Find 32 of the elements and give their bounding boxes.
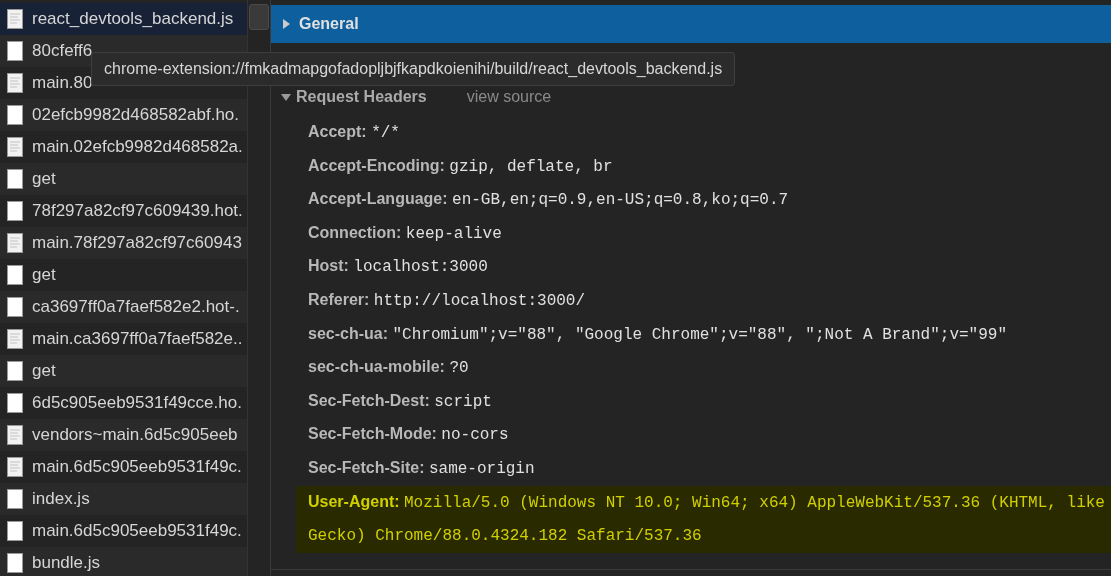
request-name: react_devtools_backend.js xyxy=(32,9,234,29)
header-entry: Accept-Language: en-GB,en;q=0.9,en-US;q=0.8,ko;q=0.7 xyxy=(308,189,790,212)
request-name: get xyxy=(32,361,56,381)
request-name: 80cfeff6 xyxy=(32,41,93,61)
request-name: main.6d5c905eeb9531f49c. xyxy=(32,521,242,541)
header-entry: Connection: keep-alive xyxy=(308,222,503,245)
section-title: General xyxy=(299,15,359,33)
request-name: main.02efcb9982d468582a. xyxy=(32,137,243,157)
request-name: index.js xyxy=(32,489,90,509)
header-entry: Host: localhost:3000 xyxy=(308,256,489,279)
request-name: 78f297a82cf97c609439.hot. xyxy=(32,201,243,221)
request-name: bundle.js xyxy=(32,553,101,573)
request-name: get xyxy=(32,169,56,189)
request-name: main.80 xyxy=(32,73,93,93)
header-entry: Referer: http://localhost:3000/ xyxy=(308,289,587,312)
request-name: main.6d5c905eeb9531f49c. xyxy=(32,457,242,477)
request-name: vendors~main.6d5c905eeb xyxy=(32,425,238,445)
request-name: 6d5c905eeb9531f49cce.ho. xyxy=(32,393,242,413)
header-entry: sec-ch-ua: "Chromium";v="88", "Google Chrome";v="88", ";Not A Brand";v="99" xyxy=(308,323,1008,346)
request-name: ca3697ff0a7faef582e2.hot-. xyxy=(32,297,240,317)
header-entry: Sec-Fetch-Dest: script xyxy=(308,390,493,413)
header-entry: Accept: */* xyxy=(308,122,401,144)
request-name: main.78f297a82cf97c60943 xyxy=(32,233,242,253)
request-name: 02efcb9982d468582abf.ho. xyxy=(32,105,240,125)
header-entry: sec-ch-ua-mobile: ?0 xyxy=(308,357,470,380)
header-entry: Accept-Encoding: gzip, deflate, br xyxy=(308,155,614,178)
request-name: main.ca3697ff0a7faef582e.. xyxy=(32,329,243,349)
header-entry: User-Agent: Mozilla/5.0 (Windows NT 10.0; Win64; x64) AppleWebKit/537.36 (KHTML, like Gecko) Chrome/88.0.4324.182 Safari/537.36 xyxy=(296,485,1111,553)
header-entry: Sec-Fetch-Mode: no-cors xyxy=(308,424,510,447)
header-entry: Sec-Fetch-Site: same-origin xyxy=(308,457,536,480)
tooltip: chrome-extension://fmkadmapgofadopljbjfkapdkoienihi/build/react_devtools_backend.js xyxy=(91,52,736,86)
request-name: get xyxy=(32,265,56,285)
